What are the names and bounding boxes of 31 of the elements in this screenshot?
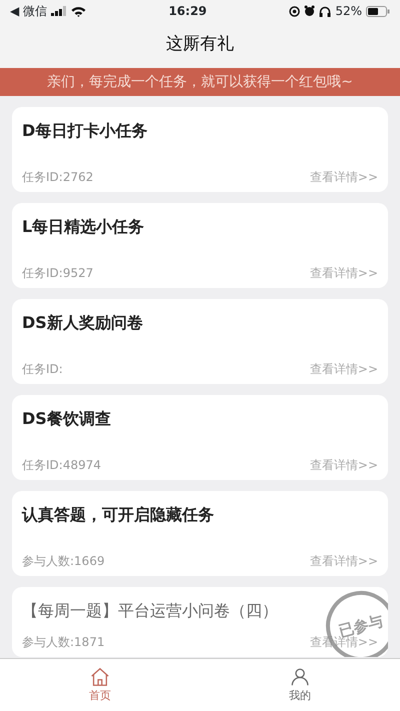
task-meta: 任务ID:48974 [22,457,101,474]
notice-banner: 亲们，每完成一个任务，就可以获得一个红包哦~ [0,68,400,96]
task-card[interactable]: DS新人奖励问卷 任务ID: 查看详情>> [12,299,388,384]
task-meta: 任务ID:9527 [22,265,94,282]
lock-rotation-icon [289,6,300,16]
task-meta: 任务ID: [22,361,63,378]
task-card[interactable]: 认真答题，可开启隐藏任务 参与人数:1669 查看详情>> [12,491,388,576]
signal-icon [51,6,68,16]
task-card[interactable]: L每日精选小任务 任务ID:9527 查看详情>> [12,203,388,288]
task-title: DS新人奖励问卷 [22,312,144,334]
task-title: DS餐饮调查 [22,408,112,430]
back-label[interactable]: ◀ 微信 [10,2,48,20]
headphones-icon [319,6,332,16]
battery-percent: 52% [335,3,362,20]
page-title: 这厮有礼 [166,33,234,56]
task-card[interactable]: D每日打卡小任务 任务ID:2762 查看详情>> [12,107,388,192]
battery-icon [366,6,390,16]
clock-time: 16:29 [168,3,207,20]
task-title: L每日精选小任务 [22,216,146,238]
task-title: D每日打卡小任务 [22,120,148,142]
wifi-icon [71,6,86,16]
task-meta: 参与人数:1669 [22,553,105,570]
tab-item[interactable]: 首页 [0,659,200,711]
task-title: 认真答题，可开启隐藏任务 [22,504,215,526]
alarm-icon [304,5,316,17]
task-meta: 参与人数:1871 [22,634,105,651]
tab-item[interactable]: 我的 [200,659,400,711]
home-icon [89,666,111,688]
task-meta: 任务ID:2762 [22,169,94,186]
person-icon [289,666,311,688]
task-card[interactable]: DS餐饮调查 任务ID:48974 查看详情>> [12,395,388,480]
